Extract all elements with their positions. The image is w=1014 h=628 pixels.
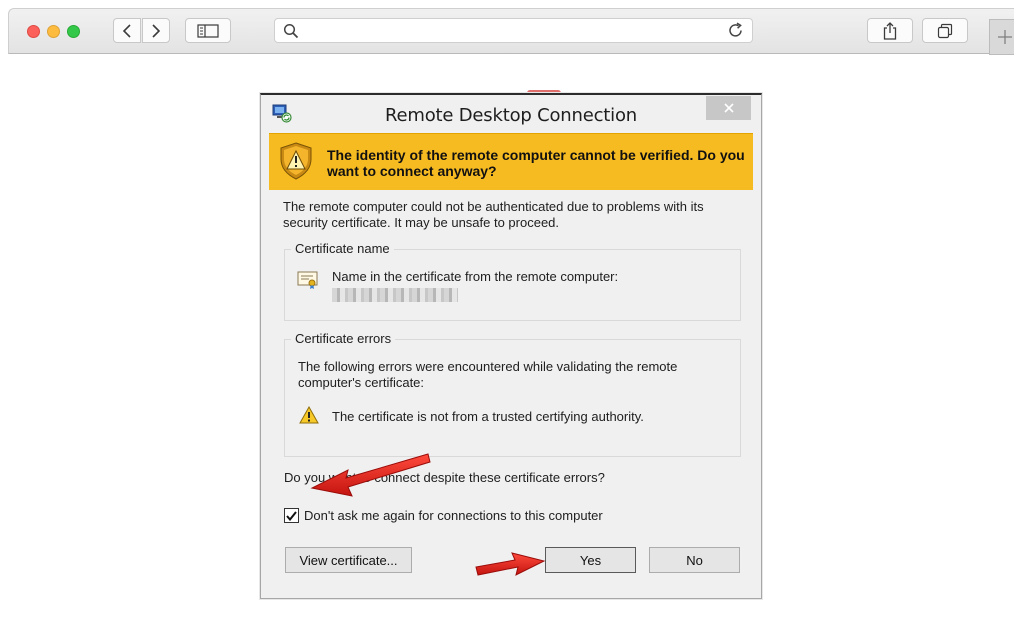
browser-toolbar [8,8,1014,55]
close-icon [723,103,734,113]
new-tab-button[interactable] [989,19,1014,55]
warning-banner: The identity of the remote computer cann… [269,133,753,190]
certificate-errors-legend: Certificate errors [291,331,396,346]
zoom-window-button[interactable] [67,25,80,38]
yes-button[interactable]: Yes [545,547,636,573]
dialog-titlebar: Remote Desktop Connection [261,95,761,133]
tabs-icon [937,23,953,38]
chevron-left-icon [122,23,131,38]
certificate-errors-group: Certificate errors The following errors … [284,331,741,457]
minimize-window-button[interactable] [47,25,60,38]
no-button[interactable]: No [649,547,740,573]
search-icon [283,23,299,39]
certificate-name-label: Name in the certificate from the remote … [332,269,619,284]
sidebar-button[interactable] [185,18,231,43]
annotation-arrow-yes [475,552,546,576]
certificate-icon [297,271,318,289]
checkmark-icon [286,510,297,521]
rdp-certificate-dialog: Remote Desktop Connection The identity o… [260,93,762,599]
reload-icon[interactable] [727,22,744,39]
annotation-arrow-checkbox [310,453,431,497]
certificate-error-item: The certificate is not from a trusted ce… [332,409,644,424]
dialog-title: Remote Desktop Connection [385,105,637,126]
back-button[interactable] [113,18,141,43]
dialog-close-button[interactable] [706,96,751,120]
share-button[interactable] [867,18,913,43]
chevron-right-icon [152,23,161,38]
warning-icon [299,406,319,424]
sidebar-icon [197,23,219,38]
dont-ask-again-checkbox[interactable] [284,508,299,523]
share-icon [883,21,897,40]
address-bar[interactable] [274,18,753,43]
certificate-name-group: Certificate name Name in the certificate… [284,241,741,321]
view-certificate-button[interactable]: View certificate... [285,547,412,573]
dont-ask-again-label[interactable]: Don't ask me again for connections to th… [304,508,603,524]
certificate-name-legend: Certificate name [291,241,394,256]
dialog-description: The remote computer could not be authent… [283,199,704,230]
redacted-certificate-name [332,288,458,302]
plus-icon [997,30,1012,44]
close-window-button[interactable] [27,25,40,38]
warning-shield-icon [280,142,312,180]
warning-heading: The identity of the remote computer cann… [327,147,745,179]
show-tabs-button[interactable] [922,18,968,43]
forward-button[interactable] [142,18,170,43]
certificate-errors-description: The following errors were encountered wh… [298,359,678,390]
